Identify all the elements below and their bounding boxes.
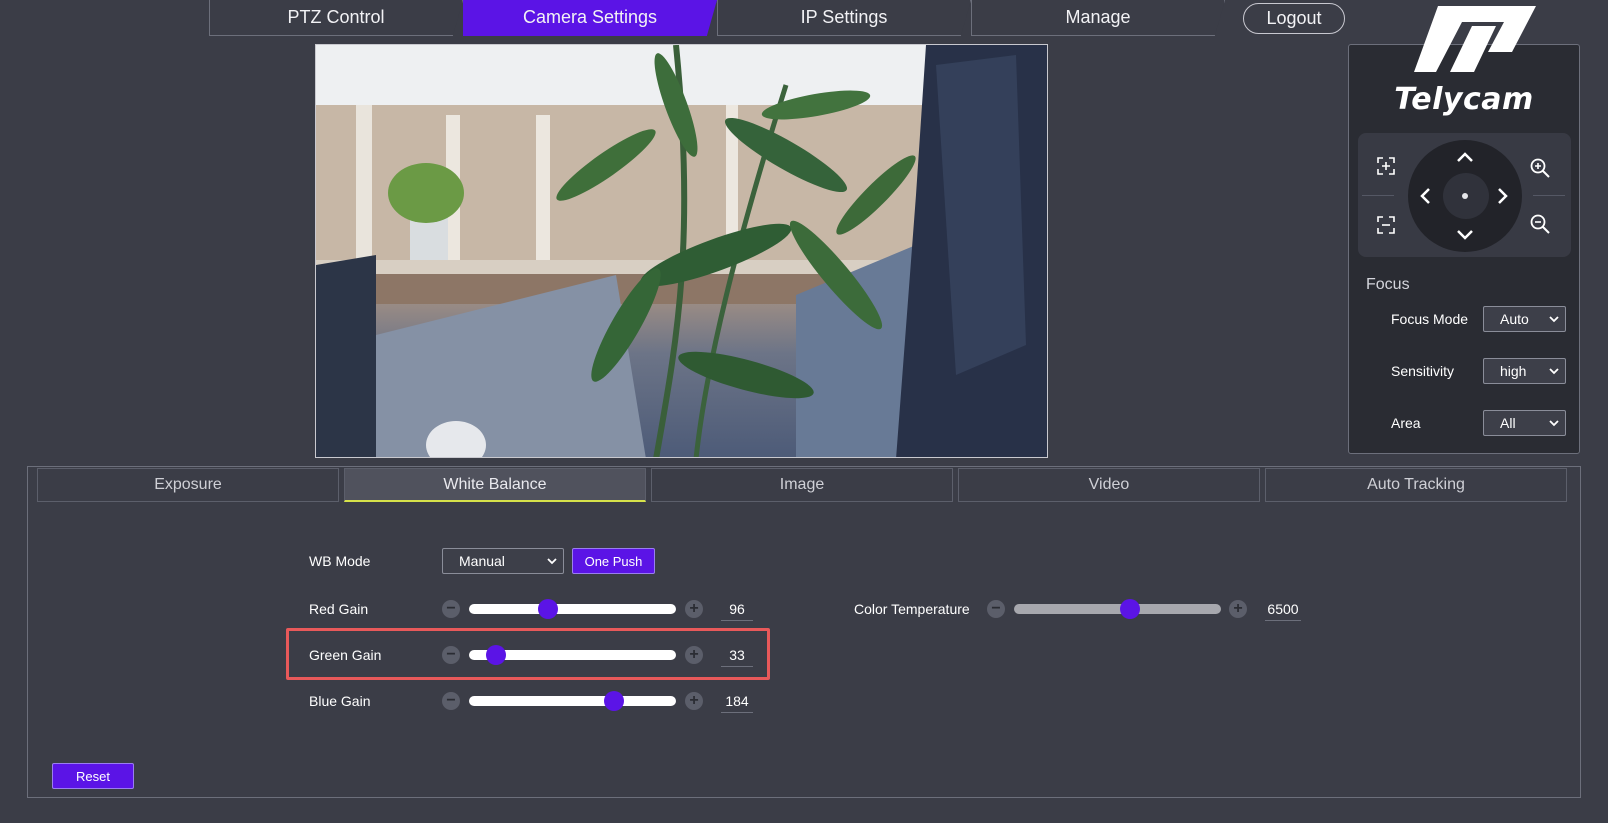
zoom-in-icon[interactable] <box>1529 157 1551 179</box>
reset-button[interactable]: Reset <box>52 763 134 789</box>
color-temperature-value: 6500 <box>1265 601 1301 621</box>
green-gain-decrease-button[interactable]: − <box>442 646 460 664</box>
pad-divider <box>1362 195 1394 196</box>
blue-gain-decrease-button[interactable]: − <box>442 692 460 710</box>
color-temperature-decrease-button[interactable]: − <box>987 600 1005 618</box>
home-dot-icon <box>1462 193 1468 199</box>
area-label: Area <box>1391 415 1421 431</box>
camera-settings-panel <box>27 466 1581 798</box>
tab-exposure[interactable]: Exposure <box>37 468 339 502</box>
pan-down-icon[interactable] <box>1454 224 1476 246</box>
blue-gain-slider-handle[interactable] <box>603 691 624 711</box>
chevron-down-icon <box>1549 420 1559 427</box>
tab-ip-settings[interactable]: IP Settings <box>717 0 971 36</box>
red-gain-increase-button[interactable]: + <box>685 600 703 618</box>
pan-right-icon[interactable] <box>1492 185 1514 207</box>
focus-section-title: Focus <box>1366 276 1410 293</box>
area-value: All <box>1500 415 1516 431</box>
color-temperature-increase-button[interactable]: + <box>1229 600 1247 618</box>
pan-up-icon[interactable] <box>1454 146 1476 168</box>
tab-video[interactable]: Video <box>958 468 1260 502</box>
red-gain-slider-handle[interactable] <box>537 599 558 619</box>
red-gain-label: Red Gain <box>309 601 369 617</box>
blue-gain-increase-button[interactable]: + <box>685 692 703 710</box>
blue-gain-label: Blue Gain <box>309 693 371 709</box>
tab-auto-tracking[interactable]: Auto Tracking <box>1265 468 1567 502</box>
chevron-down-icon <box>1549 368 1559 375</box>
sensitivity-value: high <box>1500 363 1527 379</box>
green-gain-label: Green Gain <box>309 647 382 663</box>
top-nav: PTZ Control Camera Settings IP Settings … <box>209 0 1225 37</box>
blue-gain-value: 184 <box>721 693 753 713</box>
focus-mode-value: Auto <box>1500 311 1529 327</box>
red-gain-value: 96 <box>721 601 753 621</box>
chevron-down-icon <box>547 558 557 565</box>
tab-camera-settings[interactable]: Camera Settings <box>463 0 717 36</box>
red-gain-decrease-button[interactable]: − <box>442 600 460 618</box>
color-temperature-slider[interactable] <box>1014 604 1221 614</box>
green-gain-increase-button[interactable]: + <box>685 646 703 664</box>
pan-left-icon[interactable] <box>1414 185 1436 207</box>
focus-far-icon[interactable] <box>1375 214 1397 236</box>
tab-white-balance[interactable]: White Balance <box>344 468 646 502</box>
brand-name: Telycam <box>1394 82 1534 117</box>
blue-gain-slider[interactable] <box>469 696 676 706</box>
telycam-logo-icon <box>1414 6 1536 72</box>
pad-divider <box>1533 195 1565 196</box>
camera-preview-image <box>316 45 1047 457</box>
tab-ptz-control[interactable]: PTZ Control <box>209 0 463 36</box>
one-push-button[interactable]: One Push <box>572 548 655 574</box>
chevron-down-icon <box>1549 316 1559 323</box>
focus-near-icon[interactable] <box>1375 155 1397 177</box>
wb-mode-label: WB Mode <box>309 553 371 569</box>
green-gain-value: 33 <box>721 647 753 667</box>
settings-tabs: Exposure White Balance Image Video Auto … <box>37 468 1572 502</box>
color-temperature-slider-handle[interactable] <box>1119 599 1140 619</box>
focus-mode-select[interactable]: Auto <box>1483 306 1566 332</box>
sensitivity-select[interactable]: high <box>1483 358 1566 384</box>
camera-preview <box>315 44 1048 458</box>
zoom-out-icon[interactable] <box>1529 213 1551 235</box>
tab-manage[interactable]: Manage <box>971 0 1225 36</box>
focus-mode-label: Focus Mode <box>1391 311 1469 327</box>
sensitivity-label: Sensitivity <box>1391 363 1455 379</box>
color-temperature-label: Color Temperature <box>854 601 970 617</box>
green-gain-slider-handle[interactable] <box>485 645 506 665</box>
red-gain-slider[interactable] <box>469 604 676 614</box>
logout-button[interactable]: Logout <box>1243 3 1345 34</box>
wb-mode-value: Manual <box>459 553 505 569</box>
tab-image[interactable]: Image <box>651 468 953 502</box>
wb-mode-select[interactable]: Manual <box>442 548 564 574</box>
area-select[interactable]: All <box>1483 410 1566 436</box>
